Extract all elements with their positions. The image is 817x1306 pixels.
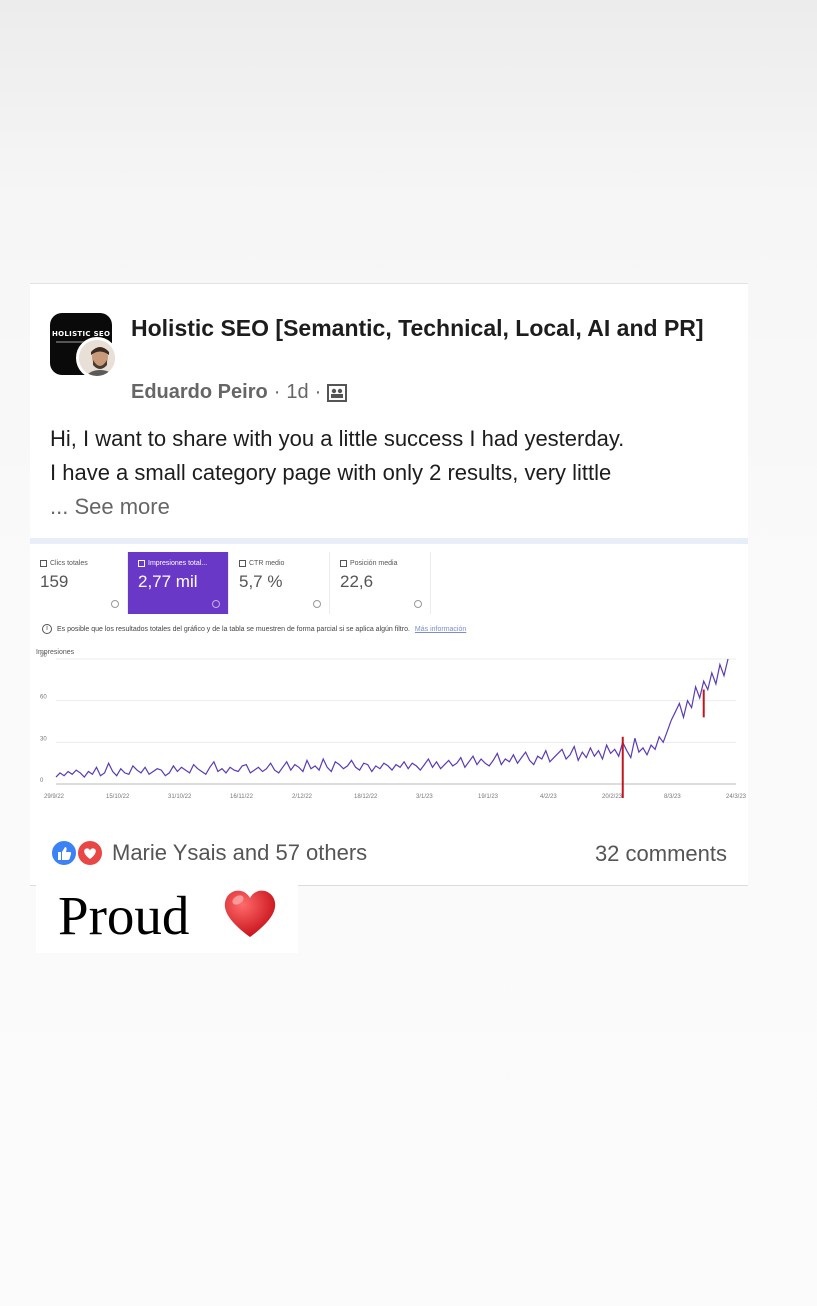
love-icon: [76, 839, 104, 867]
avatar[interactable]: [76, 337, 118, 379]
x-tick-label: 29/9/22: [44, 794, 65, 800]
x-tick-label: 3/1/23: [416, 794, 433, 800]
metric-ctr[interactable]: CTR medio 5,7 %: [229, 552, 330, 614]
story-caption: Proud: [36, 885, 298, 953]
metric-value: 2,77 mil: [138, 572, 198, 591]
separator-2: ·: [314, 381, 322, 403]
checkbox-checked-icon: [138, 560, 145, 567]
metric-label: CTR medio: [249, 560, 285, 567]
metric-position[interactable]: Posición media 22,6: [330, 552, 431, 614]
metric-impressions[interactable]: Impresiones total... 2,77 mil: [128, 552, 229, 614]
x-tick-label: 2/12/22: [292, 794, 313, 800]
notice-text: Es posible que los resultados totales de…: [57, 625, 410, 633]
metric-label: Posición media: [350, 560, 398, 567]
post-card: HOLISTIC SEO Holistic SEO [Semantic, Tec…: [30, 283, 748, 886]
metric-value: 22,6: [340, 572, 374, 591]
y-tick-label: 90: [40, 653, 47, 659]
see-more-link[interactable]: ... See more: [50, 490, 740, 524]
reactions-text: Marie Ysais and 57 others: [112, 840, 368, 865]
author-line: Eduardo Peiro · 1d ·: [131, 381, 348, 404]
metric-value: 5,7 %: [239, 572, 283, 591]
x-tick-label: 8/3/23: [664, 794, 681, 800]
x-tick-label: 16/11/22: [230, 794, 254, 800]
reaction-icons: [50, 839, 106, 867]
x-tick-label: 24/3/23: [726, 794, 747, 800]
post-body-line-1: Hi, I want to share with you a little su…: [50, 426, 625, 451]
help-icon: [212, 600, 220, 608]
checkbox-icon: [239, 560, 246, 567]
x-tick-label: 4/2/23: [540, 794, 557, 800]
caption-text: Proud: [58, 885, 190, 946]
x-tick-label: 15/10/22: [106, 794, 130, 800]
y-tick-label: 60: [40, 695, 47, 701]
post-body: Hi, I want to share with you a little su…: [50, 422, 740, 524]
y-tick-label: 30: [40, 736, 47, 742]
metric-clicks[interactable]: Clics totales 159: [30, 552, 128, 614]
author-avatar-image: [79, 340, 115, 376]
info-icon: i: [42, 624, 52, 634]
metric-label: Clics totales: [50, 560, 88, 567]
separator: ·: [273, 381, 281, 403]
comments-count[interactable]: 32 comments: [595, 841, 727, 867]
help-icon: [414, 600, 422, 608]
help-icon: [313, 600, 321, 608]
filter-notice: i Es posible que los resultados totales …: [42, 624, 466, 634]
author-name[interactable]: Eduardo Peiro: [131, 381, 268, 404]
x-tick-label: 18/12/22: [354, 794, 378, 800]
group-visibility-icon: [327, 383, 348, 402]
x-tick-label: 20/2/23: [602, 794, 623, 800]
help-icon: [111, 600, 119, 608]
impressions-series-line: [55, 658, 729, 779]
y-tick-label: 0: [40, 778, 44, 784]
impressions-chart: Impresiones 030609029/9/22 15/10/22 31/10/…: [36, 649, 747, 800]
metric-label: Impresiones total...: [148, 560, 208, 567]
reactions-summary[interactable]: Marie Ysais and 57 others: [50, 839, 367, 867]
metric-value: 159: [40, 572, 69, 591]
metrics-bar: Clics totales 159 Impresiones total... 2…: [30, 552, 431, 614]
post-body-line-2: I have a small category page with only 2…: [50, 460, 612, 485]
group-name[interactable]: Holistic SEO [Semantic, Technical, Local…: [131, 312, 731, 345]
post-time: 1d: [286, 381, 309, 403]
x-tick-label: 31/10/22: [168, 794, 192, 800]
checkbox-icon: [340, 560, 347, 567]
checkbox-icon: [40, 560, 47, 567]
search-console-screenshot: Clics totales 159 Impresiones total... 2…: [30, 538, 748, 820]
like-icon: [50, 839, 78, 867]
red-heart-icon: [224, 890, 276, 937]
more-info-link[interactable]: Más información: [415, 626, 466, 633]
x-tick-label: 19/1/23: [478, 794, 499, 800]
